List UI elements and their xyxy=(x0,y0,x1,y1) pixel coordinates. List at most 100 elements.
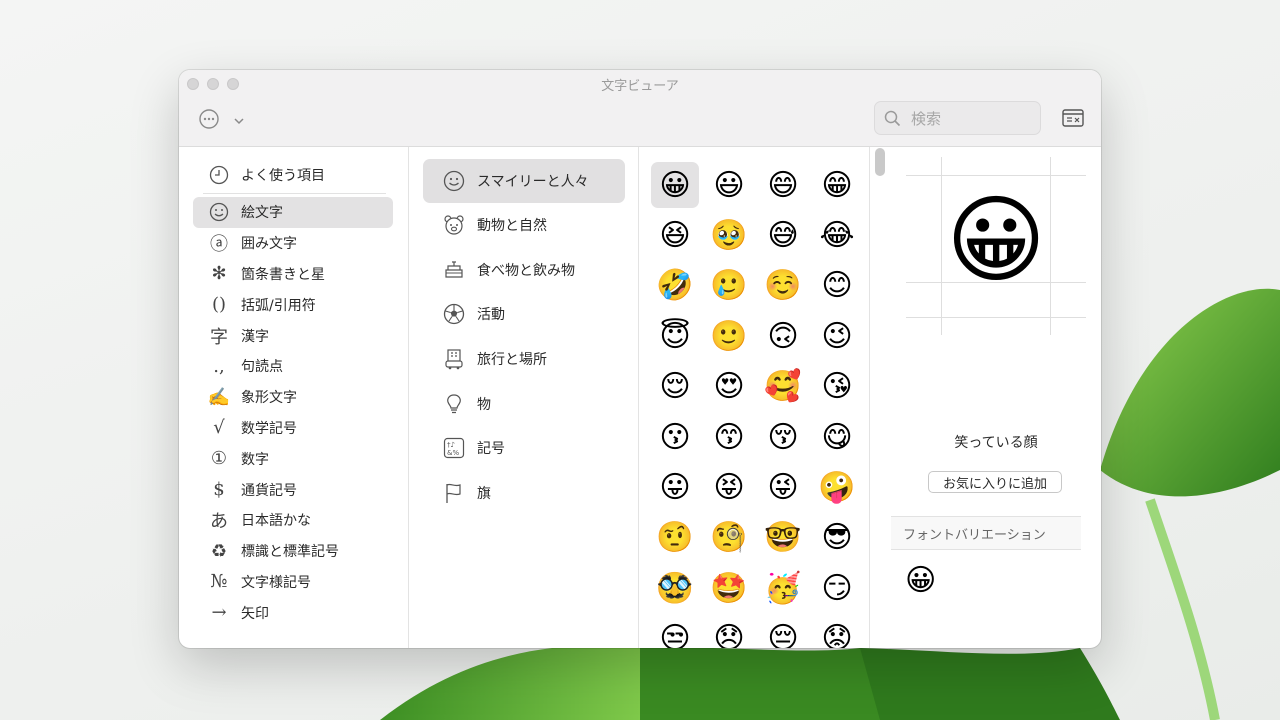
subcategory-animals-nature[interactable]: 動物と自然 xyxy=(423,203,625,248)
sidebar-item-kana[interactable]: あ日本語かな xyxy=(193,505,393,536)
emoji-cell[interactable]: 😙 xyxy=(702,412,756,462)
sidebar-item-pictographs[interactable]: ✍ 象形文字 xyxy=(193,382,393,413)
emoji-glyph: 🤩 xyxy=(710,570,748,606)
svg-text:&%: &% xyxy=(447,449,459,457)
emoji-cell[interactable]: 😏 xyxy=(810,563,864,613)
emoji-glyph: 😄 xyxy=(767,167,799,203)
subcategory-food-drink[interactable]: 食べ物と飲み物 xyxy=(423,248,625,293)
sidebar-item-label: 数学記号 xyxy=(241,420,297,437)
emoji-cell[interactable]: 🥸 xyxy=(648,563,702,613)
emoji-cell[interactable]: 😆 xyxy=(648,210,702,260)
emoji-cell[interactable]: 😀 xyxy=(648,160,702,210)
emoji-glyph: 🧐 xyxy=(710,520,748,556)
emoji-glyph: 😜 xyxy=(767,470,799,506)
emoji-cell[interactable]: 🙃 xyxy=(756,311,810,361)
emoji-grid-scrollbar[interactable] xyxy=(875,148,885,176)
emoji-cell[interactable]: 😛 xyxy=(648,462,702,512)
emoji-glyph: 😀 xyxy=(651,162,699,209)
emoji-cell[interactable]: ☺️ xyxy=(756,261,810,311)
sidebar-item-kanji[interactable]: 字漢字 xyxy=(193,320,393,351)
emoji-cell[interactable]: 🤩 xyxy=(702,563,756,613)
sidebar-item-punctuation[interactable]: ., 句読点 xyxy=(193,351,393,382)
sidebar-item-arrows[interactable]: → 矢印 xyxy=(193,597,393,628)
emoji-cell[interactable]: 😇 xyxy=(648,311,702,361)
font-variation-item[interactable]: 😀 xyxy=(905,563,936,599)
emoji-cell[interactable]: 😗 xyxy=(648,412,702,462)
emoji-cell[interactable]: 🥰 xyxy=(756,362,810,412)
sidebar-item-letterlike[interactable]: № 文字様記号 xyxy=(193,567,393,598)
emoji-cell[interactable]: 🙂 xyxy=(702,311,756,361)
search-field[interactable] xyxy=(874,101,1041,135)
show-details-button[interactable] xyxy=(1062,109,1084,127)
sidebar-item-label: 句読点 xyxy=(241,359,283,376)
sidebar-item-label: 囲み文字 xyxy=(241,236,297,253)
emoji-cell[interactable]: 😄 xyxy=(756,160,810,210)
sidebar-item-signs[interactable]: ♻ 標識と標準記号 xyxy=(193,536,393,567)
subcategory-travel-places[interactable]: 旅行と場所 xyxy=(423,337,625,382)
symbols-icon: †♪ &% xyxy=(441,437,467,459)
emoji-cell[interactable]: 😒 xyxy=(648,614,702,648)
subcategory-activity[interactable]: 活動 xyxy=(423,292,625,337)
category-list: 絵文字 ⓐ 囲み文字 ✻ 箇条書きと星 () 括弧/引用符 字漢字 ., 句読点 ✍ 象形… xyxy=(193,197,393,628)
subcategory-smileys-people[interactable]: スマイリーと人々 xyxy=(423,159,625,203)
subcategory-symbols[interactable]: †♪ &% 記号 xyxy=(423,426,625,471)
sidebar-item-math[interactable]: √ 数学記号 xyxy=(193,413,393,444)
emoji-cell[interactable]: 😞 xyxy=(702,614,756,648)
kanji-icon: 字 xyxy=(210,326,228,348)
more-options-button[interactable] xyxy=(198,108,220,130)
parentheses-icon: () xyxy=(211,294,227,316)
emoji-cell[interactable]: 🤨 xyxy=(648,513,702,563)
add-to-favorites-button[interactable]: お気に入りに追加 xyxy=(928,471,1062,493)
emoji-cell[interactable]: 🥲 xyxy=(702,261,756,311)
lightbulb-icon xyxy=(441,393,467,415)
search-input[interactable] xyxy=(909,108,1035,130)
emoji-cell[interactable]: 😂 xyxy=(810,210,864,260)
emoji-cell[interactable]: 🤓 xyxy=(756,513,810,563)
emoji-cell[interactable]: 😁 xyxy=(810,160,864,210)
emoji-cell[interactable]: 😜 xyxy=(756,462,810,512)
emoji-glyph: 😂 xyxy=(819,218,855,254)
emoji-grid-panel: 😀 😃 😄 😁 😆 🥹 😅 😂 🤣 🥲 ☺️ 😊 😇 🙂 🙃 😉 😌 😍 🥰 😘 😗 😙 😚 😋 😛 😝 😜 🤪 🤨 🧐 🤓 😎 🥸 🤩 🥳 😏 😒 😞 😔… xyxy=(639,147,870,648)
emoji-cell[interactable]: 🥳 xyxy=(756,563,810,613)
emoji-cell[interactable]: 😉 xyxy=(810,311,864,361)
emoji-cell[interactable]: 🤪 xyxy=(810,462,864,512)
sidebar-item-currency[interactable]: $ 通貨記号 xyxy=(193,474,393,505)
emoji-cell[interactable]: 😎 xyxy=(810,513,864,563)
sidebar-item-label: 矢印 xyxy=(241,605,269,622)
sidebar-item-brackets[interactable]: () 括弧/引用符 xyxy=(193,289,393,320)
emoji-cell[interactable]: 😊 xyxy=(810,261,864,311)
emoji-cell[interactable]: 🤣 xyxy=(648,261,702,311)
emoji-cell[interactable]: 😅 xyxy=(756,210,810,260)
sidebar-item-label: 絵文字 xyxy=(241,205,283,222)
emoji-cell[interactable]: 😋 xyxy=(810,412,864,462)
emoji-glyph: 🤪 xyxy=(818,470,856,506)
chevron-down-icon[interactable] xyxy=(233,112,245,125)
emoji-cell[interactable]: 😚 xyxy=(756,412,810,462)
sidebar-item-bullets-stars[interactable]: ✻ 箇条書きと星 xyxy=(193,259,393,290)
emoji-cell[interactable]: 😘 xyxy=(810,362,864,412)
sidebar-item-digits[interactable]: ① 数字 xyxy=(193,443,393,474)
emoji-cell[interactable]: 🧐 xyxy=(702,513,756,563)
emoji-cell[interactable]: 😌 xyxy=(648,362,702,412)
emoji-cell[interactable]: 😃 xyxy=(702,160,756,210)
emoji-glyph: 😝 xyxy=(713,470,745,506)
svg-text:†♪: †♪ xyxy=(447,441,455,449)
emoji-cell[interactable]: 😍 xyxy=(702,362,756,412)
emoji-glyph: ☺️ xyxy=(764,268,802,304)
emoji-glyph: 😋 xyxy=(821,419,853,455)
emoji-glyph: 😃 xyxy=(713,167,745,203)
sidebar-item-favorites[interactable]: よく使う項目 xyxy=(207,164,325,186)
category-sidebar: よく使う項目 絵文字 ⓐ 囲み文字 ✻ 箇条書きと星 () 括弧/引用符 字漢字 .,… xyxy=(179,147,409,648)
subcategory-flags[interactable]: 旗 xyxy=(423,471,625,516)
soccer-ball-icon xyxy=(441,303,467,325)
subcategory-objects[interactable]: 物 xyxy=(423,381,625,426)
sidebar-item-emoji[interactable]: 絵文字 xyxy=(193,197,393,228)
emoji-cell[interactable]: 😝 xyxy=(702,462,756,512)
emoji-glyph: 😆 xyxy=(659,218,691,254)
sidebar-item-circled[interactable]: ⓐ 囲み文字 xyxy=(193,228,393,259)
emoji-cell[interactable]: 😔 xyxy=(756,614,810,648)
emoji-cell[interactable]: 😟 xyxy=(810,614,864,648)
character-viewer-window: 文字ビューア 検索 よく使う項目 絵文字 ⓐ 囲み文字 ✻ 箇条書きと星 () … xyxy=(179,70,1101,648)
emoji-cell[interactable]: 🥹 xyxy=(702,210,756,260)
emoji-glyph: 🙃 xyxy=(767,318,799,354)
